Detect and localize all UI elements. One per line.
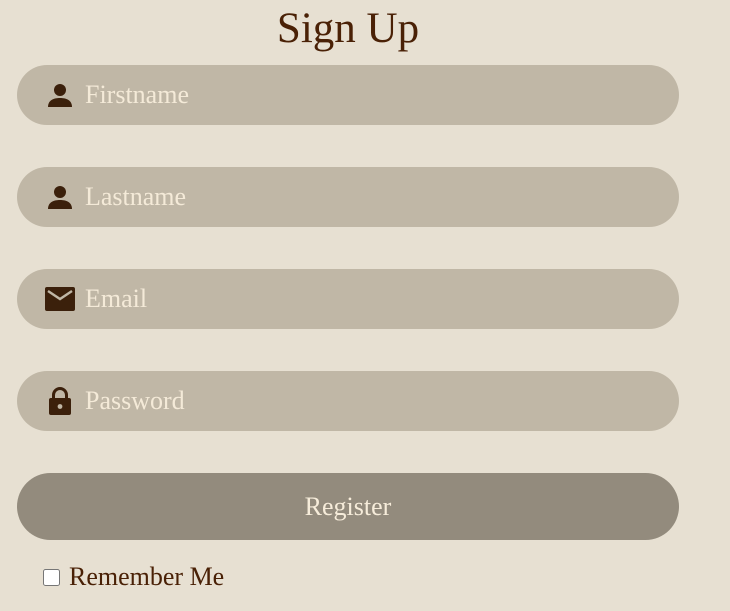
user-icon xyxy=(48,84,72,107)
email-field[interactable] xyxy=(17,269,679,329)
password-input[interactable] xyxy=(85,371,655,431)
lastname-field[interactable] xyxy=(17,167,679,227)
envelope-icon xyxy=(45,287,75,311)
remember-me: Remember Me xyxy=(42,562,224,592)
firstname-input[interactable] xyxy=(85,65,655,125)
lock-icon xyxy=(49,387,71,415)
register-button[interactable]: Register xyxy=(17,473,679,540)
remember-me-checkbox[interactable] xyxy=(43,568,60,586)
user-icon xyxy=(48,186,72,209)
lastname-input[interactable] xyxy=(85,167,655,227)
email-input[interactable] xyxy=(85,269,655,329)
remember-me-label[interactable]: Remember Me xyxy=(69,562,224,592)
password-field[interactable] xyxy=(17,371,679,431)
firstname-field[interactable] xyxy=(17,65,679,125)
page-title: Sign Up xyxy=(276,5,420,52)
signup-page: Sign Up Register Reme xyxy=(0,0,730,611)
